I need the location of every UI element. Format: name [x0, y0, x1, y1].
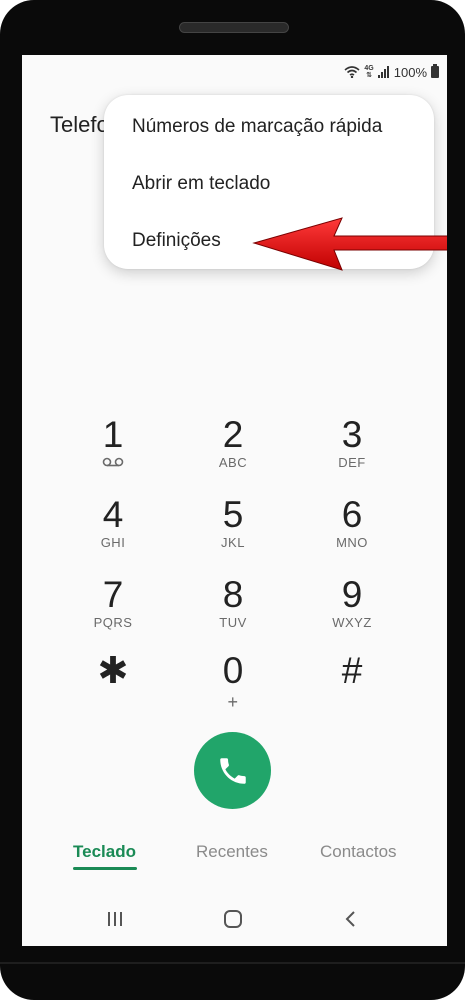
dialpad-key-hash[interactable]: # [297, 651, 407, 721]
dialpad-key-1[interactable]: 1 [58, 415, 168, 485]
dialpad-key-5[interactable]: 5 JKL [178, 495, 288, 565]
battery-icon [431, 64, 439, 78]
home-button[interactable] [218, 907, 248, 931]
recent-apps-button[interactable] [100, 907, 130, 931]
dialpad-key-7[interactable]: 7 PQRS [58, 575, 168, 645]
phone-frame: 4G ⇅ 100% Telefone 1 2 ABC 3 DEF 4 GHI 5… [0, 0, 465, 1000]
menu-item-settings[interactable]: Definições [132, 221, 221, 261]
dialpad-key-0[interactable]: 0 + [178, 651, 288, 721]
bottom-bezel-line [0, 962, 465, 964]
dialpad-key-9[interactable]: 9 WXYZ [297, 575, 407, 645]
tab-keypad[interactable]: Teclado [73, 842, 136, 862]
active-tab-indicator [73, 867, 137, 870]
menu-item-speed-dial[interactable]: Números de marcação rápida [132, 107, 382, 147]
signal-icon [377, 66, 389, 78]
wifi-icon [344, 66, 360, 78]
dialpad-key-star[interactable]: ✱ [58, 651, 168, 721]
recent-apps-icon [108, 912, 122, 926]
phone-icon [219, 757, 246, 784]
status-bar: 4G ⇅ 100% [344, 63, 439, 81]
network-type-label: 4G ⇅ [364, 65, 374, 79]
tab-contacts[interactable]: Contactos [320, 842, 397, 862]
tab-recents[interactable]: Recentes [196, 842, 268, 862]
back-button[interactable] [336, 907, 366, 931]
annotation-arrow-icon [252, 217, 447, 271]
call-button[interactable] [194, 732, 271, 809]
dialpad-key-2[interactable]: 2 ABC [178, 415, 288, 485]
battery-percent: 100% [393, 64, 427, 80]
dialpad-key-6[interactable]: 6 MNO [297, 495, 407, 565]
screen: 4G ⇅ 100% Telefone 1 2 ABC 3 DEF 4 GHI 5… [22, 55, 447, 946]
back-icon [345, 911, 355, 927]
dialpad-key-4[interactable]: 4 GHI [58, 495, 168, 565]
dialpad-key-3[interactable]: 3 DEF [297, 415, 407, 485]
voicemail-icon [102, 457, 124, 467]
menu-item-open-keypad[interactable]: Abrir em teclado [132, 164, 270, 204]
earpiece-speaker [179, 22, 289, 33]
home-icon [224, 910, 242, 928]
dialpad-key-8[interactable]: 8 TUV [178, 575, 288, 645]
